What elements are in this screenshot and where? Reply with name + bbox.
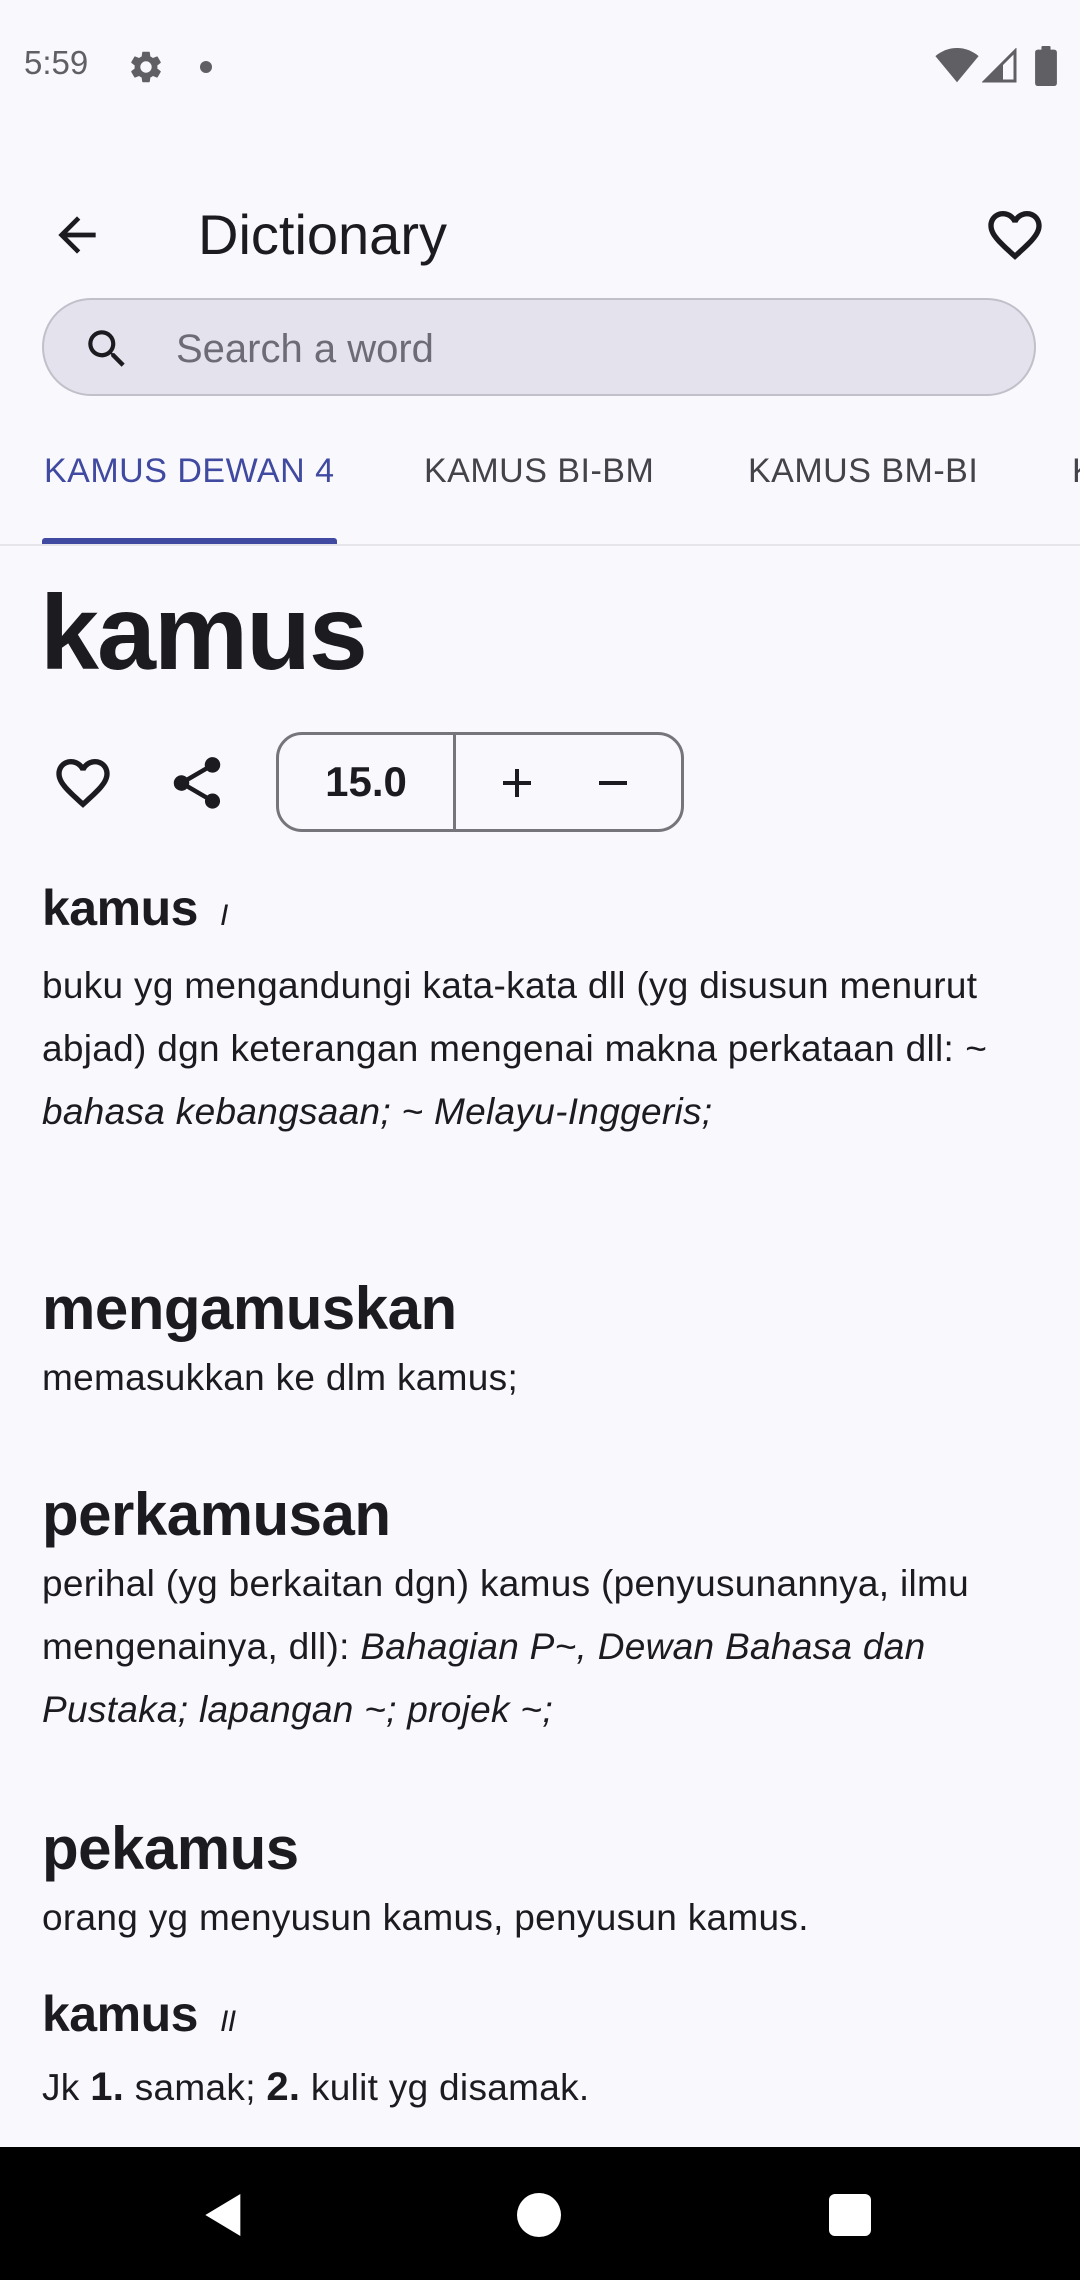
search-input[interactable] [174,318,998,380]
dictionary-entry: perkamusan perihal (yg berkaitan dgn) ka… [42,1478,1042,1741]
entry-headword: kamus I [42,876,1042,948]
word-title: kamus [40,574,368,692]
page-title: Dictionary [198,203,447,266]
register-label: Jk [42,2067,91,2108]
font-size-control: 15.0 [276,732,684,832]
heart-outline-icon [56,759,110,808]
plus-icon [503,769,531,797]
search-bar[interactable] [42,298,1036,396]
gear-icon [131,51,161,83]
word-favorite-button[interactable] [48,748,118,818]
nav-recents-button[interactable] [829,2194,871,2236]
entry-headword: perkamusan [42,1481,391,1548]
tab-indicator [42,538,337,544]
wifi-icon [935,48,979,83]
sense-number: 1. [90,2065,125,2109]
system-nav-bar [0,2147,1080,2280]
notification-dot-icon [200,61,212,73]
signal-icon [982,48,1017,83]
entry-definition: Jk 1. samak; 2. kulit yg disamak. [42,2056,1042,2119]
entry-definition: buku yg mengandungi kata-kata dll (yg di… [42,954,1042,1143]
share-icon [173,757,221,809]
dictionary-entry: kamus II Jk 1. samak; 2. kulit yg disamak… [42,1982,1042,2119]
heart-outline-icon [988,211,1042,260]
entry-headword: pekamus [42,1815,299,1882]
battery-icon [1035,46,1057,86]
dictionary-entry: mengamuskan memasukkan ke dlm kamus; [42,1272,1042,1409]
sense-number: 2. [266,2065,301,2109]
share-button[interactable] [162,748,232,818]
tab-kamus-bi-bm[interactable]: KAMUS BI-BM [424,452,654,491]
nav-home-button[interactable] [517,2193,561,2237]
entry-headword: kamus II [42,1982,1042,2054]
entry-definition: perihal (yg berkaitan dgn) kamus (penyus… [42,1552,1042,1741]
sense-text: samak; [124,2067,267,2108]
font-decrease-button[interactable] [575,745,651,821]
dictionary-tabs: KAMUS DEWAN 4 KAMUS BI-BM KAMUS BM-BI K [0,430,1080,546]
status-time: 5:59 [24,44,89,81]
entry-headword: mengamuskan [42,1275,457,1342]
entry-definition: orang yg menyusun kamus, penyusun kamus. [42,1897,809,1938]
back-arrow-icon [58,216,96,254]
definition-text: buku yg mengandungi kata-kata dll (yg di… [42,965,978,1069]
headword-text: kamus [42,1986,198,2042]
headword-text: kamus [42,880,198,936]
font-increase-button[interactable] [479,745,555,821]
tab-kamus-bm-bi[interactable]: KAMUS BM-BI [748,452,978,491]
homonym-mark: II [219,2005,236,2038]
dictionary-entry: pekamus orang yg menyusun kamus, penyusu… [42,1812,1042,1949]
minus-icon [599,781,627,785]
font-size-value: 15.0 [325,758,407,805]
favorites-button[interactable] [975,198,1055,272]
entry-definition: memasukkan ke dlm kamus; [42,1357,519,1398]
tab-next-partial[interactable]: K [1072,452,1080,491]
homonym-mark: I [219,899,228,932]
tab-kamus-dewan-4[interactable]: KAMUS DEWAN 4 [44,452,335,491]
dictionary-entry: kamus I buku yg mengandungi kata-kata dll… [42,876,1042,1143]
back-button[interactable] [40,198,114,272]
font-size-divider [453,735,456,829]
sense-text: kulit yg disamak. [300,2067,590,2108]
nav-back-button[interactable] [196,2187,252,2243]
search-icon [88,330,125,367]
